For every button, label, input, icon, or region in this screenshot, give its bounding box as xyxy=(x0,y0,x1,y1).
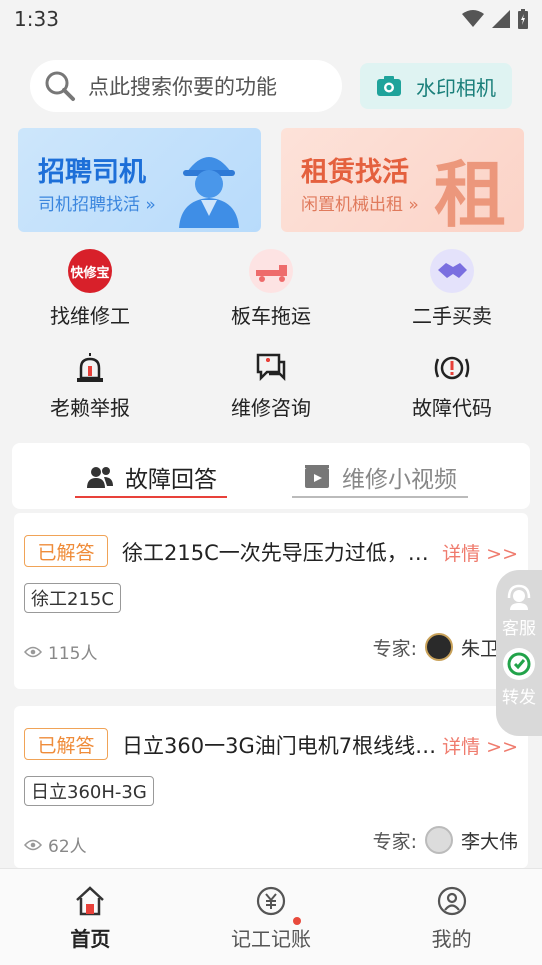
tab-fault-answers[interactable]: 故障回答 xyxy=(87,457,217,497)
inactive-tab-underline xyxy=(292,496,468,498)
flatbed-truck-icon xyxy=(248,248,294,294)
nav-work-accounting[interactable]: 记工记账 xyxy=(181,869,362,965)
alarm-light-icon xyxy=(67,350,113,386)
model-tag: 徐工215C xyxy=(24,583,121,613)
float-label: 转发 xyxy=(502,688,536,708)
banner-subtitle: 闲置机械出租 » xyxy=(301,195,419,215)
camera-icon xyxy=(377,76,401,96)
medical-chat-icon xyxy=(248,350,294,386)
banner-title: 租赁找活 xyxy=(301,157,409,188)
shortcut-label: 找维修工 xyxy=(50,304,130,328)
search-row: 点此搜索你要的功能 水印相机 xyxy=(30,60,512,112)
floating-action-panel: 客服 转发 xyxy=(496,570,542,736)
customer-service-button[interactable]: 客服 xyxy=(502,582,536,639)
notification-dot xyxy=(292,917,301,925)
tab-label: 维修小视频 xyxy=(342,467,457,493)
search-input[interactable]: 点此搜索你要的功能 xyxy=(30,60,342,112)
users-icon xyxy=(87,467,113,488)
shortcut-report-defaulter[interactable]: 老赖举报 xyxy=(20,350,160,421)
handshake-icon xyxy=(429,248,475,294)
kuaixiubao-logo-icon: 快修宝 xyxy=(67,248,113,294)
model-tag: 日立360H-3G xyxy=(24,776,154,806)
float-label: 客服 xyxy=(502,619,536,639)
banner-title: 招聘司机 xyxy=(38,157,146,188)
shortcut-repair-consult[interactable]: 维修咨询 xyxy=(201,350,341,421)
nav-profile[interactable]: 我的 xyxy=(361,869,542,965)
tab-repair-videos[interactable]: 维修小视频 xyxy=(304,457,457,497)
status-icons xyxy=(462,9,528,29)
search-placeholder: 点此搜索你要的功能 xyxy=(88,75,277,99)
recruit-driver-banner[interactable]: 招聘司机 司机招聘找活 » xyxy=(18,128,261,232)
video-icon xyxy=(305,465,329,488)
expert-info: 专家: 李大伟 xyxy=(373,826,518,854)
nav-label: 首页 xyxy=(70,927,111,951)
user-circle-icon xyxy=(437,886,466,916)
shortcut-find-repairman[interactable]: 快修宝 找维修工 xyxy=(20,248,160,329)
active-tab-underline xyxy=(75,496,227,498)
detail-link[interactable]: 详情 >> xyxy=(442,732,518,759)
expert-label: 专家: xyxy=(372,830,417,853)
avatar xyxy=(424,826,453,854)
bottom-nav: 首页 记工记账 我的 xyxy=(0,868,542,965)
banner-subtitle: 司机招聘找活 » xyxy=(38,195,156,215)
qa-card[interactable]: 已解答 日立360一3G油门电机7根线线… 详情 >> 日立360H-3G 62… xyxy=(14,706,528,868)
shortcut-label: 二手买卖 xyxy=(412,304,492,328)
shortcut-label: 板车拖运 xyxy=(231,304,311,328)
signal-icon xyxy=(492,10,510,28)
shortcut-label: 老赖举报 xyxy=(50,396,130,420)
qa-title: 日立360一3G油门电机7根线线… xyxy=(122,734,437,758)
status-bar: 1:33 xyxy=(0,0,542,38)
shortcut-second-hand[interactable]: 二手买卖 xyxy=(382,248,522,329)
shortcut-fault-code[interactable]: 故障代码 xyxy=(382,350,522,421)
home-icon xyxy=(76,886,105,916)
eye-icon xyxy=(24,839,42,850)
search-icon xyxy=(45,71,75,101)
nav-label: 记工记账 xyxy=(231,927,311,951)
expert-name: 李大伟 xyxy=(460,830,518,853)
nav-label: 我的 xyxy=(431,927,472,951)
qa-card[interactable]: 已解答 徐工215C一次先导压力过低，… 详情 >> 徐工215C 115人 专… xyxy=(14,513,528,689)
status-badge: 已解答 xyxy=(24,728,108,760)
avatar xyxy=(424,633,453,661)
content-tabs: 故障回答 维修小视频 xyxy=(12,443,530,509)
rent-big-char: 租 xyxy=(433,153,506,232)
view-count: 115人 xyxy=(24,639,97,664)
qa-title: 徐工215C一次先导压力过低，… xyxy=(122,541,429,565)
expert-label: 专家: xyxy=(372,637,417,660)
worker-helmet-icon xyxy=(179,157,239,228)
share-icon xyxy=(503,648,535,680)
nav-home[interactable]: 首页 xyxy=(0,869,181,965)
yuan-coin-icon xyxy=(256,886,286,916)
tab-label: 故障回答 xyxy=(125,467,217,493)
view-count: 62人 xyxy=(24,832,87,857)
share-button[interactable]: 转发 xyxy=(502,647,536,708)
shortcut-flatbed-transport[interactable]: 板车拖运 xyxy=(201,248,341,329)
eye-icon xyxy=(24,646,42,657)
wifi-icon xyxy=(462,10,484,27)
rent-job-banner[interactable]: 租 租赁找活 闲置机械出租 » xyxy=(281,128,524,232)
warning-circle-icon xyxy=(429,350,475,386)
shortcut-label: 维修咨询 xyxy=(231,396,311,420)
status-badge: 已解答 xyxy=(24,535,108,567)
camera-label: 水印相机 xyxy=(416,75,496,100)
battery-icon xyxy=(518,9,528,29)
shortcut-label: 故障代码 xyxy=(412,396,492,420)
watermark-camera-button[interactable]: 水印相机 xyxy=(360,63,512,109)
headset-icon xyxy=(507,584,531,610)
status-time: 1:33 xyxy=(14,7,59,31)
detail-link[interactable]: 详情 >> xyxy=(442,539,518,566)
